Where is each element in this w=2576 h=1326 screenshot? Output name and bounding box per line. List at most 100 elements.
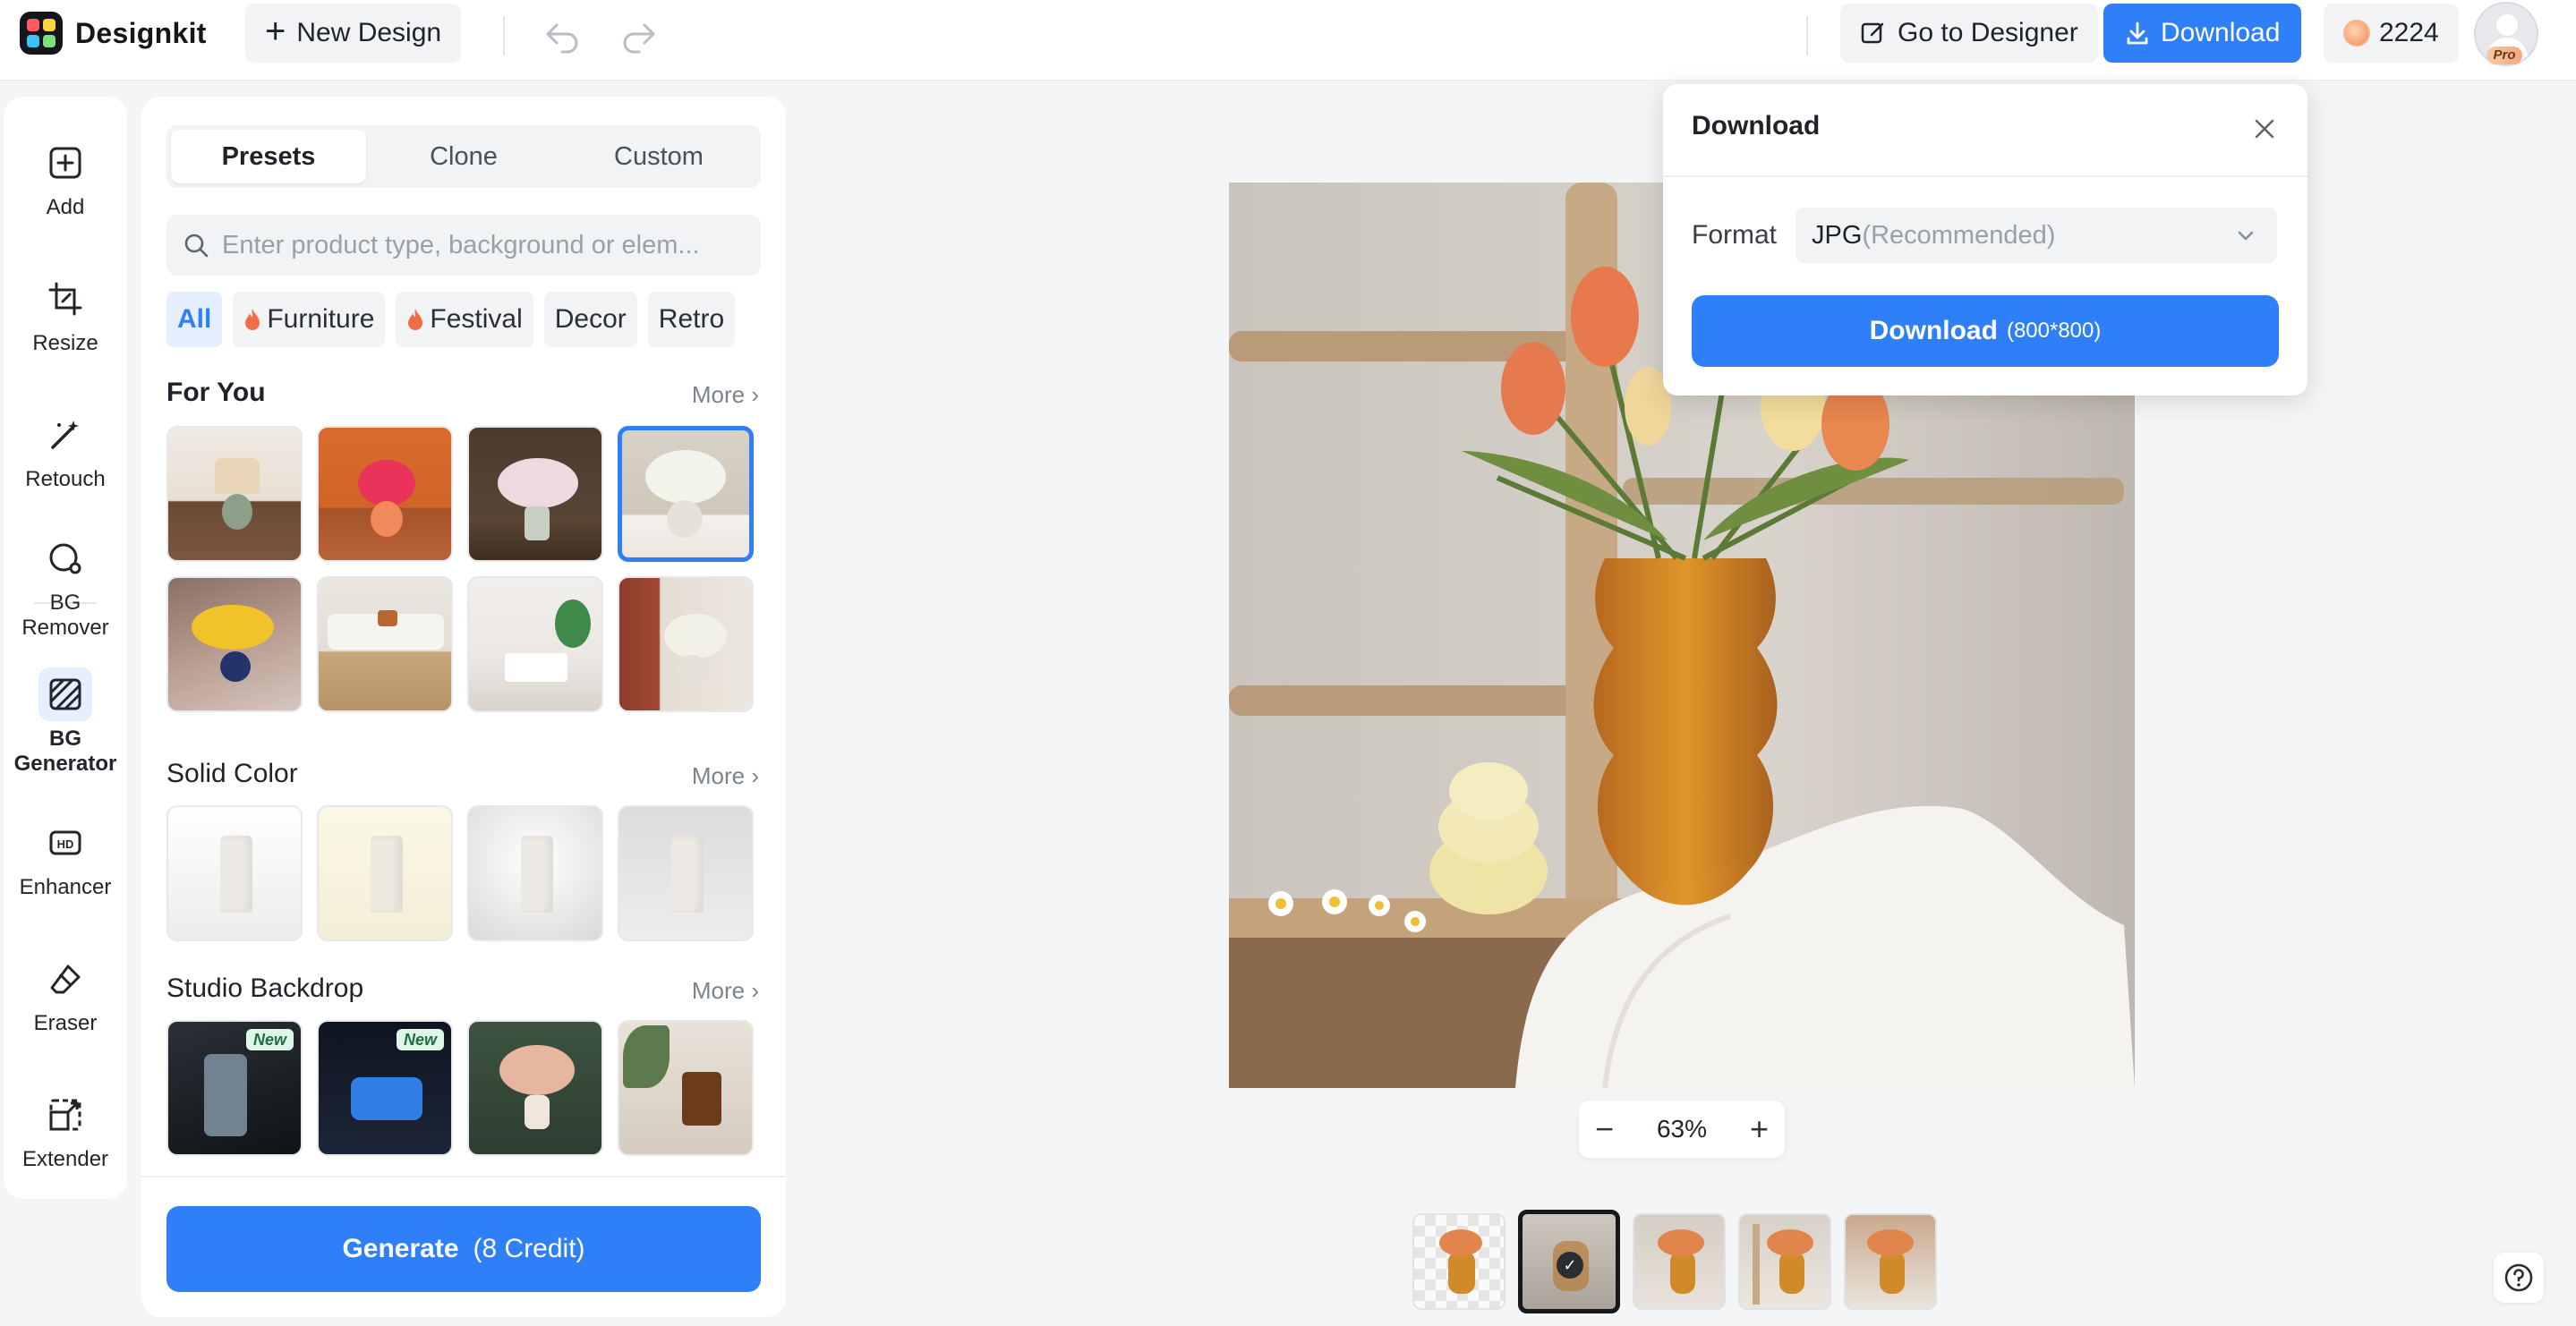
zoom-in-button[interactable]: + (1750, 1113, 1769, 1145)
studio-backdrop-grid: New New (166, 1020, 754, 1156)
more-link[interactable]: More › (692, 381, 759, 409)
format-select[interactable]: JPG (Recommended) (1796, 208, 2277, 263)
crop-icon (38, 272, 92, 326)
undo-icon[interactable] (541, 14, 585, 55)
tool-bg-remover[interactable]: BG Remover (4, 531, 127, 641)
preset-thumbnail[interactable] (317, 426, 453, 562)
new-design-label: New Design (296, 18, 442, 47)
tool-bg-generator[interactable]: BG Generator (4, 667, 127, 777)
tool-resize[interactable]: Resize (4, 272, 127, 356)
redo-icon[interactable] (616, 14, 661, 55)
go-to-designer-button[interactable]: Go to Designer (1840, 4, 2098, 63)
tool-add[interactable]: Add (4, 136, 127, 220)
tool-retouch[interactable]: Retouch (4, 408, 127, 492)
solid-color-grid (166, 805, 754, 941)
zoom-out-button[interactable]: − (1595, 1113, 1614, 1145)
chip-retro[interactable]: Retro (647, 292, 736, 347)
flame-icon (245, 309, 260, 330)
for-you-grid (166, 426, 754, 712)
tool-label: Retouch (25, 467, 106, 491)
panel-tabs: Presets Clone Custom (166, 125, 761, 188)
preset-thumbnail[interactable] (317, 805, 453, 941)
download-label: Download (2161, 18, 2281, 47)
add-icon (38, 136, 92, 190)
tool-extender[interactable]: Extender (4, 1088, 127, 1172)
app-logo[interactable]: Designkit (20, 11, 207, 55)
more-link[interactable]: More › (692, 762, 759, 790)
tab-presets[interactable]: Presets (171, 130, 366, 183)
search-box[interactable] (166, 215, 761, 276)
pro-badge: Pro (2486, 47, 2522, 64)
generate-label: Generate (342, 1234, 459, 1263)
preset-thumbnail-selected[interactable] (618, 426, 754, 562)
more-link[interactable]: More › (692, 977, 759, 1005)
preset-thumbnail[interactable]: New (317, 1020, 453, 1156)
zoom-level: 63% (1656, 1115, 1708, 1143)
section-title-for-you: For You (166, 378, 266, 407)
tool-label: Resize (32, 331, 98, 355)
tool-label: BG Generator (13, 727, 117, 776)
category-chips: All Furniture Festival Decor Retro (166, 292, 736, 347)
popover-title: Download (1692, 111, 1821, 140)
help-icon (2504, 1263, 2533, 1292)
generate-button[interactable]: Generate (8 Credit) (166, 1206, 761, 1292)
preset-thumbnail[interactable] (166, 426, 303, 562)
preset-thumbnail[interactable] (166, 805, 303, 941)
zoom-control: − 63% + (1579, 1101, 1785, 1158)
new-design-button[interactable]: + New Design (245, 4, 462, 63)
format-value: JPG (1812, 220, 1863, 250)
tab-clone[interactable]: Clone (366, 130, 561, 183)
format-hint: (Recommended) (1862, 220, 2056, 250)
result-thumbnail[interactable] (1738, 1213, 1831, 1310)
result-thumbnails: ✓ (1412, 1210, 1937, 1313)
tool-eraser[interactable]: Eraser (4, 952, 127, 1036)
preset-thumbnail[interactable] (467, 426, 603, 562)
top-bar: Designkit + New Design Go to Designer Do… (0, 0, 2576, 81)
chip-decor[interactable]: Decor (543, 292, 637, 347)
tool-enhancer[interactable]: HD Enhancer (4, 816, 127, 900)
chip-festival[interactable]: Festival (396, 292, 533, 347)
preset-thumbnail[interactable] (467, 1020, 603, 1156)
preset-thumbnail[interactable]: New (166, 1020, 303, 1156)
generate-cost: (8 Credit) (473, 1234, 585, 1263)
preset-thumbnail[interactable] (166, 576, 303, 712)
presets-panel: Presets Clone Custom All Furniture Festi… (141, 97, 786, 1317)
section-title-solid-color: Solid Color (166, 759, 298, 788)
chip-furniture[interactable]: Furniture (233, 292, 386, 347)
tool-label: Extender (21, 1147, 109, 1171)
preset-thumbnail[interactable] (467, 805, 603, 941)
result-thumbnail[interactable] (1633, 1213, 1726, 1310)
preset-thumbnail[interactable] (317, 576, 453, 712)
download-icon (2127, 21, 2148, 45)
designer-edit-icon (1861, 22, 1884, 44)
tab-custom[interactable]: Custom (561, 130, 756, 183)
new-badge: New (245, 1029, 294, 1050)
go-to-designer-label: Go to Designer (1898, 18, 2078, 47)
magic-wand-icon (38, 408, 92, 462)
hd-icon: HD (38, 816, 92, 870)
help-button[interactable] (2494, 1253, 2544, 1303)
panel-divider (141, 1176, 786, 1177)
toolbar-divider (1806, 16, 1808, 55)
result-thumbnail[interactable] (1844, 1213, 1937, 1310)
preset-thumbnail[interactable] (618, 576, 754, 712)
flame-icon (408, 309, 423, 330)
new-badge: New (396, 1029, 444, 1050)
download-button[interactable]: Download (2103, 4, 2302, 63)
chip-all[interactable]: All (166, 292, 223, 347)
tool-label: Enhancer (19, 875, 112, 899)
close-icon[interactable] (2252, 116, 2277, 141)
extend-icon (38, 1088, 92, 1142)
credits-counter[interactable]: 2224 (2324, 4, 2459, 63)
preset-thumbnail[interactable] (618, 1020, 754, 1156)
tool-label: Add (46, 195, 85, 219)
result-thumbnail-selected[interactable]: ✓ (1518, 1210, 1620, 1313)
preset-thumbnail[interactable] (618, 805, 754, 941)
tool-rail: Add Resize Retouch BG Remover BG Generat… (4, 97, 127, 1199)
search-input[interactable] (222, 230, 741, 260)
download-confirm-button[interactable]: Download (800*800) (1692, 295, 2279, 367)
result-thumbnail-transparent[interactable] (1412, 1213, 1506, 1310)
credits-value: 2224 (2379, 18, 2439, 47)
preset-thumbnail[interactable] (467, 576, 603, 712)
coin-icon (2343, 20, 2370, 47)
